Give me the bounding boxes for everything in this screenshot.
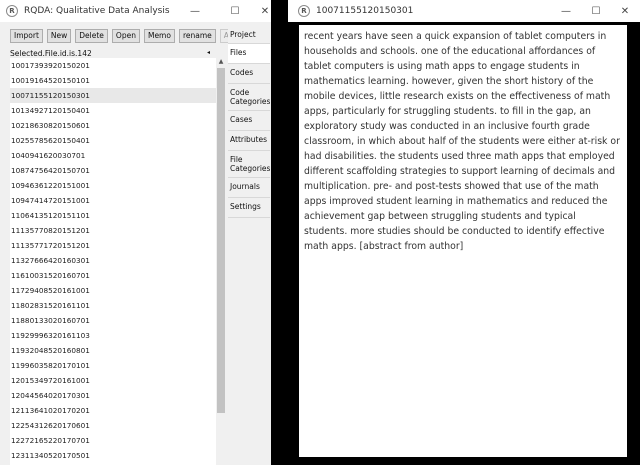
viewer-close-button[interactable]: ✕ [610, 0, 640, 22]
new-button[interactable]: New [46, 29, 72, 43]
file-list-item[interactable]: 12311340520170501 [10, 448, 216, 463]
file-list-item[interactable]: 11996035820170101 [10, 358, 216, 373]
document-text-area[interactable]: recent years have seen a quick expansion… [299, 25, 627, 457]
notebook-tabs: Project Files Codes Code Categories Cases Att… [228, 26, 270, 218]
file-list-item[interactable]: 10947414720151001 [10, 193, 216, 208]
main-window-title: RQDA: Qualitative Data Analysis [24, 6, 170, 16]
file-list-item[interactable]: 10019164520150101 [10, 73, 216, 88]
file-list-item[interactable]: 11610031520160701 [10, 268, 216, 283]
close-button[interactable]: ✕ [250, 0, 280, 22]
file-list-item[interactable]: 10134927120150401 [10, 103, 216, 118]
file-list[interactable]: 10017393920150201 10019164520150101 100711… [10, 58, 216, 465]
tab-attributes[interactable]: Attributes [228, 131, 270, 151]
rqda-main-window: R RQDA: Qualitative Data Analysis — ☐ ✕ … [0, 0, 271, 465]
document-text[interactable]: recent years have seen a quick expansion… [304, 29, 622, 254]
rename-button[interactable]: rename [178, 29, 216, 43]
tab-file-categories[interactable]: File Categories [228, 151, 270, 178]
file-list-item[interactable]: 11135771720151201 [10, 238, 216, 253]
file-list-item[interactable]: 11729408520161001 [10, 283, 216, 298]
file-list-item[interactable]: 10255785620150401 [10, 133, 216, 148]
file-list-item[interactable]: 11135770820151201 [10, 223, 216, 238]
viewer-maximize-button[interactable]: ☐ [581, 0, 611, 22]
minimize-button[interactable]: — [180, 0, 210, 22]
file-list-item[interactable]: 11327666420160301 [10, 253, 216, 268]
file-list-item[interactable]: 12254312620170601 [10, 418, 216, 433]
file-list-item[interactable]: 10218630820150601 [10, 118, 216, 133]
file-list-item[interactable]: 12272165220170701 [10, 433, 216, 448]
viewer-titlebar[interactable]: R 10071155120150301 — ☐ ✕ [288, 0, 640, 22]
file-list-item[interactable]: 11929996320161103 [10, 328, 216, 343]
file-list-item[interactable]: 12113641020170201 [10, 403, 216, 418]
tab-code-categories[interactable]: Code Categories [228, 84, 270, 111]
import-button[interactable]: Import [10, 29, 43, 43]
sort-arrow-icon[interactable]: ◂ [207, 49, 210, 56]
file-list-item[interactable]: 10071155120150301 [10, 88, 216, 103]
file-list-item[interactable]: 11880133020160701 [10, 313, 216, 328]
open-button[interactable]: Open [111, 29, 140, 43]
file-list-item[interactable]: 11802831520161101 [10, 298, 216, 313]
file-list-item[interactable]: 11064135120151101 [10, 208, 216, 223]
file-list-item[interactable]: 1040941620030701 [10, 148, 216, 163]
selected-file-header[interactable]: Selected.File.id.is.142 [10, 49, 92, 58]
file-list-item[interactable]: 12015349720161001 [10, 373, 216, 388]
files-toolbar: Import New Delete Open Memo rename Attri… [10, 29, 261, 43]
file-list-item[interactable]: 10874756420150701 [10, 163, 216, 178]
tab-project[interactable]: Project [228, 26, 270, 44]
memo-button[interactable]: Memo [143, 29, 175, 43]
tab-cases[interactable]: Cases [228, 111, 270, 131]
scrollbar-thumb[interactable] [217, 68, 225, 413]
file-viewer-window: R 10071155120150301 — ☐ ✕ recent years h… [288, 0, 640, 465]
tab-settings[interactable]: Settings [228, 198, 270, 218]
r-logo-icon: R [298, 5, 310, 17]
tab-journals[interactable]: Journals [228, 178, 270, 198]
file-list-item[interactable]: 10946361220151001 [10, 178, 216, 193]
file-list-item[interactable]: 12044564020170301 [10, 388, 216, 403]
file-list-item[interactable]: 11932048520160801 [10, 343, 216, 358]
file-list-scrollbar[interactable]: ▲ [216, 58, 226, 465]
tab-files[interactable]: Files [228, 44, 270, 64]
main-titlebar[interactable]: R RQDA: Qualitative Data Analysis — ☐ ✕ [0, 0, 271, 22]
viewer-window-title: 10071155120150301 [316, 6, 414, 16]
delete-button[interactable]: Delete [75, 29, 108, 43]
tab-codes[interactable]: Codes [228, 64, 270, 84]
maximize-button[interactable]: ☐ [220, 0, 250, 22]
r-logo-icon: R [6, 5, 18, 17]
viewer-minimize-button[interactable]: — [551, 0, 581, 22]
scroll-up-icon[interactable]: ▲ [216, 58, 226, 66]
file-list-item[interactable]: 10017393920150201 [10, 58, 216, 73]
